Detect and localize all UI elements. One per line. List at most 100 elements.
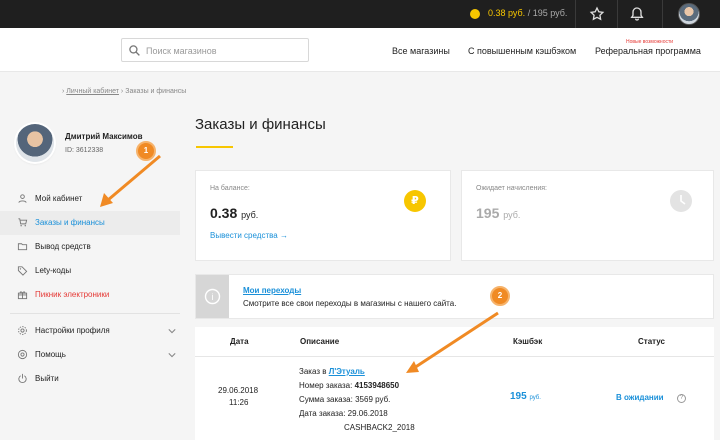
pending-amount: 195 руб. xyxy=(532,8,568,18)
balance-amount: 0.38 руб. xyxy=(488,8,526,18)
sidebar-item-profile-settings[interactable]: Настройки профиля xyxy=(0,319,180,343)
info-text: Смотрите все свои переходы в магазины с … xyxy=(243,299,457,308)
breadcrumb-separator: › xyxy=(62,88,65,95)
info-icon-glyph: i xyxy=(212,292,214,302)
sidebar-item-label: Lety-коды xyxy=(35,266,72,275)
order-number: 4153948650 xyxy=(354,381,400,390)
sidebar-item-help[interactable]: Помощь xyxy=(0,343,180,367)
title-underline xyxy=(196,146,233,148)
orders-table: Дата Описание Кэшбэк Статус 29.06.2018 1… xyxy=(195,327,714,440)
row-order-sum: Сумма заказа: 3569 руб. xyxy=(299,395,390,404)
tag-icon xyxy=(17,266,28,276)
pending-unit: руб. xyxy=(503,210,521,220)
sidebar-item-my-cabinet[interactable]: Мой кабинет xyxy=(0,187,180,211)
bell-icon[interactable] xyxy=(629,6,645,22)
order-date-label: Дата заказа: xyxy=(299,409,346,418)
table-header-date: Дата xyxy=(230,337,249,346)
balance-card: На балансе: 0.38 руб. Вывести средства →… xyxy=(195,170,451,261)
order-sum: 3569 руб. xyxy=(355,395,391,404)
sidebar-item-label: Заказы и финансы xyxy=(35,218,105,227)
sidebar-item-orders[interactable]: Заказы и финансы xyxy=(0,211,180,235)
chevron-down-icon xyxy=(168,329,176,334)
pending-label: Ожидает начисления: xyxy=(476,185,547,192)
search-input[interactable] xyxy=(146,43,304,58)
sidebar-item-label: Настройки профиля xyxy=(35,326,110,335)
annotation-badge-2: 2 xyxy=(490,286,510,306)
top-bar: 0.38 руб. / 195 руб. xyxy=(0,0,720,28)
site-header: Все магазины С повышенным кэшбэком Новые… xyxy=(0,28,720,72)
balance-separator: / xyxy=(527,8,531,18)
row-date: 29.06.2018 xyxy=(218,386,259,395)
pending-number: 195 xyxy=(476,205,500,221)
user-icon xyxy=(18,194,27,203)
row-cashback: 195 руб. xyxy=(510,391,541,402)
profile-id: ID: 3612338 xyxy=(65,147,104,154)
row-order-shop: Заказ в Л'Этуаль xyxy=(299,367,365,376)
sidebar-item-label: Мой кабинет xyxy=(35,194,83,203)
row-time: 11:26 xyxy=(229,398,249,407)
info-icon: i xyxy=(204,288,221,305)
sidebar-item-withdraw[interactable]: Вывод средств xyxy=(0,235,180,259)
clock-icon xyxy=(670,190,692,212)
sidebar-item-label: Выйти xyxy=(35,374,59,383)
folder-icon xyxy=(17,243,28,251)
help-icon xyxy=(17,349,28,360)
ruble-coin-icon: ₽ xyxy=(404,190,426,212)
table-header-description: Описание xyxy=(300,337,340,346)
nav-all-stores[interactable]: Все магазины xyxy=(392,46,450,56)
cart-icon xyxy=(18,218,28,227)
info-icon-panel: i xyxy=(196,275,229,318)
breadcrumb: › Личный кабинет › Заказы и финансы xyxy=(62,88,186,95)
pending-card: Ожидает начисления: 195 руб. xyxy=(461,170,714,261)
balance-number: 0.38 xyxy=(210,205,238,221)
gear-icon xyxy=(18,326,27,335)
balance-value: 0.38 руб. xyxy=(210,205,258,221)
row-order-date: Дата заказа: 29.06.2018 xyxy=(299,409,388,418)
chevron-down-icon xyxy=(168,353,176,358)
nav-referral[interactable]: Реферальная программа xyxy=(595,46,701,56)
row-status: В ожидании xyxy=(616,393,664,402)
sidebar-item-label: Вывод средств xyxy=(35,242,91,251)
topbar-divider xyxy=(575,0,576,28)
topbar-divider xyxy=(617,0,618,28)
sidebar-item-label: Помощь xyxy=(35,350,66,359)
order-date: 29.06.2018 xyxy=(347,409,388,418)
gift-icon xyxy=(17,291,28,300)
user-avatar[interactable] xyxy=(678,3,700,25)
breadcrumb-separator: › xyxy=(120,88,124,95)
coin-icon xyxy=(470,9,480,19)
search-box[interactable] xyxy=(121,38,309,62)
sidebar-divider xyxy=(10,313,180,314)
sidebar-item-electronics-picnic[interactable]: Пикник электроники xyxy=(0,283,180,307)
shop-link[interactable]: Л'Этуаль xyxy=(329,367,365,376)
order-prefix: Заказ в xyxy=(299,367,327,376)
profile-avatar[interactable] xyxy=(16,124,54,162)
row-order-number: Номер заказа: 4153948650 xyxy=(299,381,399,390)
balance-unit: руб. xyxy=(241,210,259,220)
page-title: Заказы и финансы xyxy=(195,116,326,133)
sidebar-item-lety-codes[interactable]: Lety-коды xyxy=(0,259,180,283)
balance-label: На балансе: xyxy=(210,185,250,192)
balance-summary[interactable]: 0.38 руб. / 195 руб. xyxy=(488,8,567,18)
breadcrumb-current: Заказы и финансы xyxy=(125,88,187,95)
cashback-amount: 195 xyxy=(510,391,527,402)
star-icon[interactable] xyxy=(589,6,605,22)
order-number-label: Номер заказа: xyxy=(299,381,353,390)
profile-name: Дмитрий Максимов xyxy=(65,132,143,141)
nav-increased-cashback[interactable]: С повышенным кэшбэком xyxy=(468,46,576,56)
sidebar-item-label: Пикник электроники xyxy=(35,290,110,299)
topbar-divider xyxy=(662,0,663,28)
sidebar-item-logout[interactable]: Выйти xyxy=(0,367,180,391)
transitions-banner: i Мои переходы Смотрите все свои переход… xyxy=(195,274,714,319)
status-help-icon[interactable]: ? xyxy=(677,394,686,403)
annotation-badge-1: 1 xyxy=(136,141,156,161)
table-header-cashback: Кэшбэк xyxy=(513,337,543,346)
withdraw-link[interactable]: Вывести средства → xyxy=(210,231,288,240)
logout-icon xyxy=(18,373,27,383)
my-transitions-link[interactable]: Мои переходы xyxy=(243,286,301,295)
cashback-unit: руб. xyxy=(529,395,541,401)
content-area: › Личный кабинет › Заказы и финансы Дмит… xyxy=(0,73,720,440)
pending-value: 195 руб. xyxy=(476,205,520,221)
breadcrumb-home-link[interactable]: Личный кабинет xyxy=(66,88,119,95)
order-sum-label: Сумма заказа: xyxy=(299,395,353,404)
